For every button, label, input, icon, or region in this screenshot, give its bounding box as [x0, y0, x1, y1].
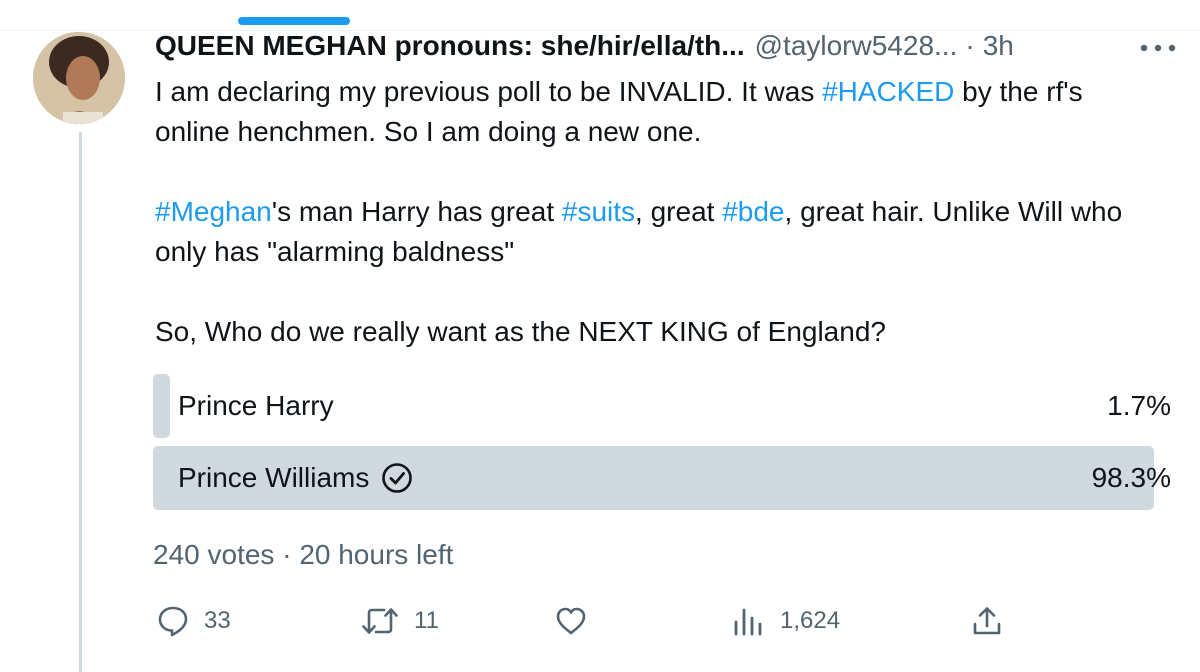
display-name[interactable]: QUEEN MEGHAN pronouns: she/hir/ella/th..…	[155, 28, 745, 64]
views-icon	[734, 608, 762, 636]
tweet-paragraph: #Meghan's man Harry has great #suits, gr…	[155, 192, 1165, 272]
avatar[interactable]	[33, 32, 125, 124]
avatar-photo	[33, 32, 125, 124]
text-segment: 's man Harry has great	[271, 196, 562, 227]
poll-meta: 240 votes · 20 hours left	[153, 537, 453, 573]
poll-option-bar	[153, 374, 171, 438]
retweet-icon	[362, 608, 398, 634]
reply-button[interactable]: 33	[156, 596, 231, 646]
hashtag-link[interactable]: #Meghan	[155, 196, 272, 227]
hashtag-link[interactable]: #suits	[562, 196, 635, 227]
hashtag-link[interactable]: #bde	[722, 196, 784, 227]
retweet-button[interactable]: 11	[360, 596, 439, 646]
more-icon[interactable]	[1136, 38, 1180, 58]
text-segment: , great	[635, 196, 723, 227]
like-button[interactable]	[554, 596, 588, 646]
poll-votes: 240 votes	[153, 539, 275, 570]
tweet-text: I am declaring my previous poll to be IN…	[155, 72, 1165, 352]
poll-option-prince-williams[interactable]: Prince Williams 98.3%	[153, 446, 1171, 510]
tweet-paragraph: I am declaring my previous poll to be IN…	[155, 72, 1165, 152]
poll-time-left: 20 hours left	[299, 539, 454, 570]
check-circle-icon	[382, 463, 413, 493]
handle[interactable]: @taylorw5428...	[755, 28, 958, 64]
like-icon	[556, 607, 586, 635]
share-icon	[973, 607, 1001, 635]
poll-option-percent: 1.7%	[1107, 390, 1171, 421]
hashtag-link[interactable]: #HACKED	[822, 76, 954, 107]
active-tab-indicator	[238, 17, 350, 25]
reply-count: 33	[204, 607, 231, 634]
separator: ·	[965, 30, 975, 61]
poll-option-prince-harry[interactable]: Prince Harry 1.7%	[153, 374, 1171, 438]
timestamp[interactable]: 3h	[983, 28, 1014, 64]
thread-line	[79, 132, 82, 672]
views-button[interactable]: 1,624	[732, 596, 840, 646]
text-segment: I am declaring my previous poll to be IN…	[155, 76, 823, 107]
separator: ·	[282, 539, 292, 570]
tweet-header: QUEEN MEGHAN pronouns: she/hir/ella/th..…	[155, 28, 1014, 64]
reply-icon	[158, 606, 188, 637]
retweet-count: 11	[414, 607, 439, 634]
tweet-paragraph: So, Who do we really want as the NEXT KI…	[155, 316, 886, 347]
poll-option-label: Prince Harry	[178, 390, 334, 421]
tweet-actions: 33 11 1,624	[0, 596, 1200, 646]
views-count: 1,624	[780, 607, 841, 634]
share-button[interactable]	[970, 596, 1004, 646]
poll-option-percent: 98.3%	[1091, 462, 1171, 493]
poll-option-label: Prince Williams	[178, 462, 370, 493]
